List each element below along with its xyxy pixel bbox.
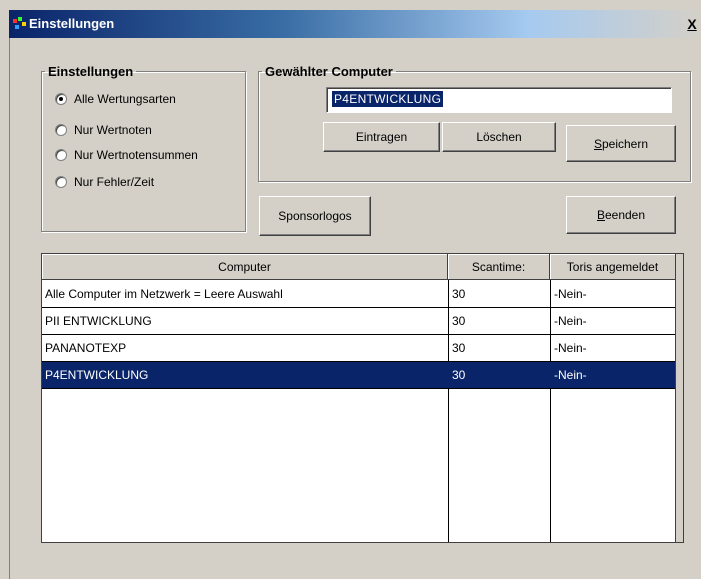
table-row[interactable]: PII ENTWICKLUNG 30 -Nein- xyxy=(42,308,676,335)
loeschen-label: Löschen xyxy=(476,130,522,144)
computer-input-value: P4ENTWICKLUNG xyxy=(332,91,444,107)
table-row-selected[interactable]: P4ENTWICKLUNG 30 -Nein- xyxy=(42,362,676,389)
sponsorlogos-button[interactable]: Sponsorlogos xyxy=(259,196,371,236)
table-row[interactable]: Alle Computer im Netzwerk = Leere Auswah… xyxy=(42,281,676,308)
radio-icon xyxy=(55,149,67,161)
radio-label: Alle Wertungsarten xyxy=(74,92,176,106)
speichern-accel: S xyxy=(593,136,602,151)
grid-right-edge xyxy=(675,254,683,542)
speichern-rest: peichern xyxy=(601,136,649,151)
eintragen-button[interactable]: Eintragen xyxy=(323,122,440,152)
window-title: Einstellungen xyxy=(29,16,115,31)
close-button[interactable]: X xyxy=(685,16,699,32)
column-header-toris[interactable]: Toris angemeldet xyxy=(550,254,676,280)
eintragen-label: Eintragen xyxy=(355,130,408,144)
radio-alle-wertungsarten[interactable]: Alle Wertungsarten xyxy=(55,90,176,108)
cell-toris: -Nein- xyxy=(554,287,587,301)
column-header-label: Computer xyxy=(218,260,271,274)
cell-toris: -Nein- xyxy=(554,341,587,355)
cell-scantime: 30 xyxy=(452,341,466,355)
cell-scantime: 30 xyxy=(452,287,466,301)
cell-toris: -Nein- xyxy=(554,368,587,382)
computer-group-legend: Gewählter Computer xyxy=(265,64,393,79)
computer-input[interactable]: P4ENTWICKLUNG xyxy=(326,87,672,113)
title-bar: Einstellungen X xyxy=(9,10,701,38)
cell-computer: P4ENTWICKLUNG xyxy=(45,368,149,382)
column-header-scantime[interactable]: Scantime: xyxy=(448,254,550,280)
beenden-button[interactable]: Beenden xyxy=(566,196,676,234)
column-header-label: Toris angemeldet xyxy=(566,260,659,274)
radio-nur-wertnoten[interactable]: Nur Wertnoten xyxy=(55,121,152,139)
radio-label: Nur Wertnoten xyxy=(74,123,152,137)
radio-label: Nur Wertnotensummen xyxy=(74,148,198,162)
speichern-button[interactable]: Speichern xyxy=(566,125,676,162)
radio-icon xyxy=(55,176,67,188)
beenden-accel: B xyxy=(596,208,605,222)
cell-computer: Alle Computer im Netzwerk = Leere Auswah… xyxy=(45,287,283,301)
cell-scantime: 30 xyxy=(452,368,466,382)
column-header-computer[interactable]: Computer xyxy=(42,254,448,280)
radio-nur-fehler-zeit[interactable]: Nur Fehler/Zeit xyxy=(55,173,154,191)
app-icon xyxy=(13,17,26,29)
loeschen-button[interactable]: Löschen xyxy=(442,122,556,152)
beenden-rest: eenden xyxy=(604,208,646,222)
radio-nur-wertnotensummen[interactable]: Nur Wertnotensummen xyxy=(55,146,198,164)
computer-table[interactable]: Computer Scantime: Toris angemeldet Alle… xyxy=(41,253,684,543)
cell-scantime: 30 xyxy=(452,314,466,328)
cell-computer: PII ENTWICKLUNG xyxy=(45,314,152,328)
radio-icon xyxy=(55,93,67,105)
sponsorlogos-label: Sponsorlogos xyxy=(278,209,352,223)
window-border xyxy=(9,38,10,579)
table-row[interactable]: PANANOTEXP 30 -Nein- xyxy=(42,335,676,362)
settings-group-legend: Einstellungen xyxy=(48,64,134,79)
radio-icon xyxy=(55,124,67,136)
cell-toris: -Nein- xyxy=(554,314,587,328)
column-header-label: Scantime: xyxy=(471,260,526,274)
cell-computer: PANANOTEXP xyxy=(45,341,127,355)
radio-label: Nur Fehler/Zeit xyxy=(74,175,155,189)
